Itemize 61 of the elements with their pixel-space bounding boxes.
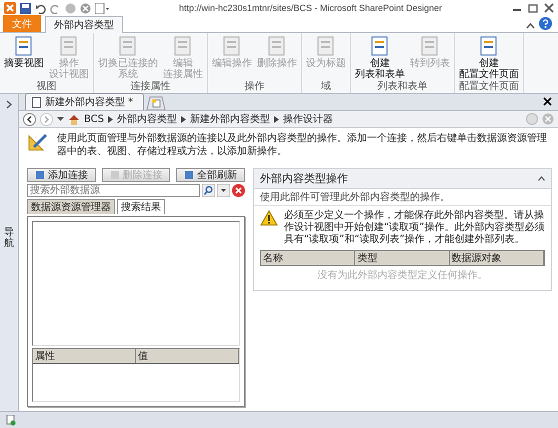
restore-icon[interactable] bbox=[528, 3, 538, 13]
ribbon-button[interactable]: 创建 配置文件页面 bbox=[457, 33, 521, 81]
redo-icon[interactable] bbox=[50, 2, 61, 14]
document-tab[interactable]: 新建外部内容类型 * bbox=[25, 93, 144, 110]
toolbar-button[interactable]: 全部刷新 bbox=[176, 168, 246, 182]
undo-icon[interactable] bbox=[35, 2, 46, 14]
status-icon bbox=[6, 414, 16, 426]
pencil-ruler-icon bbox=[27, 132, 49, 152]
new-tab-icon[interactable] bbox=[146, 96, 166, 110]
stop-icon[interactable] bbox=[80, 2, 91, 14]
window-title: http://win-hc230s1mtnr/sites/BCS - Microsoft SharePoint Designer bbox=[178, 3, 444, 13]
dropdown-icon[interactable] bbox=[217, 184, 230, 197]
chevron-icon bbox=[274, 116, 280, 122]
help-icon[interactable] bbox=[539, 17, 552, 30]
chevron-icon bbox=[108, 116, 114, 122]
toolbar-button[interactable]: 添加连接 bbox=[27, 168, 96, 182]
ribbon-button[interactable]: 摘要视图 bbox=[2, 33, 46, 81]
column-header[interactable]: 名称 bbox=[261, 251, 356, 265]
page-icon bbox=[32, 96, 41, 108]
square-icon bbox=[34, 170, 45, 180]
column-header[interactable]: 属性 bbox=[33, 349, 136, 363]
close-icon[interactable] bbox=[543, 97, 552, 106]
ribbon-button[interactable]: 创建 列表和表单 bbox=[353, 33, 407, 81]
breadcrumb-link[interactable]: 新建外部内容类型 bbox=[190, 112, 270, 126]
warning-text: 必须至少定义一个操作，才能保存此外部内容类型。请从操作设计视图中开始创建“读取项”操作。此外部内容类型必须具有“读取项”和“读取列表”操作，才能创建外部列表。 bbox=[284, 210, 545, 246]
square-icon bbox=[110, 170, 120, 180]
warning-icon bbox=[260, 210, 278, 226]
ribbon-group-label: 列表和表单 bbox=[376, 81, 428, 93]
ribbon-group-label: 连接属性 bbox=[130, 81, 172, 93]
chevron-icon bbox=[181, 116, 186, 122]
column-header[interactable]: 值 bbox=[136, 349, 239, 363]
ribbon-group-label: 操作 bbox=[244, 81, 266, 93]
search-icon[interactable] bbox=[202, 184, 215, 197]
card-subtitle: 使用此部件可管理此外部内容类型的操作。 bbox=[254, 189, 551, 206]
breadcrumb-link[interactable]: 操作设计器 bbox=[283, 112, 334, 126]
panel-tab[interactable]: 数据源资源管理器 bbox=[27, 199, 115, 214]
back-icon[interactable] bbox=[23, 112, 36, 126]
description-text: 使用此页面管理与外部数据源的连接以及此外部内容类型的操作。添加一个连接，然后右键单击数据源资源管理器中的表、视图、存储过程或方法，以添加新操作。 bbox=[57, 132, 548, 158]
breadcrumb-link[interactable]: 外部内容类型 bbox=[117, 112, 178, 126]
ribbon-group-label: 视图 bbox=[36, 81, 58, 93]
dropdown-icon[interactable] bbox=[57, 116, 64, 122]
app-icon[interactable] bbox=[4, 2, 16, 14]
home-icon[interactable] bbox=[68, 114, 80, 124]
clear-icon[interactable] bbox=[232, 184, 245, 197]
ribbon-group-label: 域 bbox=[320, 81, 332, 93]
close-icon[interactable] bbox=[544, 3, 554, 13]
expand-icon[interactable] bbox=[5, 100, 13, 109]
column-header[interactable]: 数据源对象 bbox=[450, 251, 544, 265]
ribbon-group-label: 配置文件页面 bbox=[458, 81, 520, 93]
navigation-pane-label[interactable]: 导航 bbox=[4, 227, 14, 249]
column-header[interactable]: 类型 bbox=[355, 251, 450, 265]
collapse-icon[interactable] bbox=[538, 176, 545, 181]
save-icon[interactable] bbox=[20, 2, 31, 14]
card-title: 外部内容类型操作 bbox=[260, 171, 348, 186]
preview-icon[interactable] bbox=[95, 2, 109, 14]
panel-tab[interactable]: 搜索结果 bbox=[117, 199, 165, 214]
ribbon-tab[interactable]: 外部内容类型 bbox=[45, 16, 123, 33]
collapse-icon[interactable] bbox=[526, 21, 535, 30]
square-icon bbox=[184, 170, 194, 180]
empty-message: 没有为此外部内容类型定义任何操作。 bbox=[316, 268, 488, 283]
breadcrumb-link[interactable]: BCS bbox=[84, 114, 104, 124]
